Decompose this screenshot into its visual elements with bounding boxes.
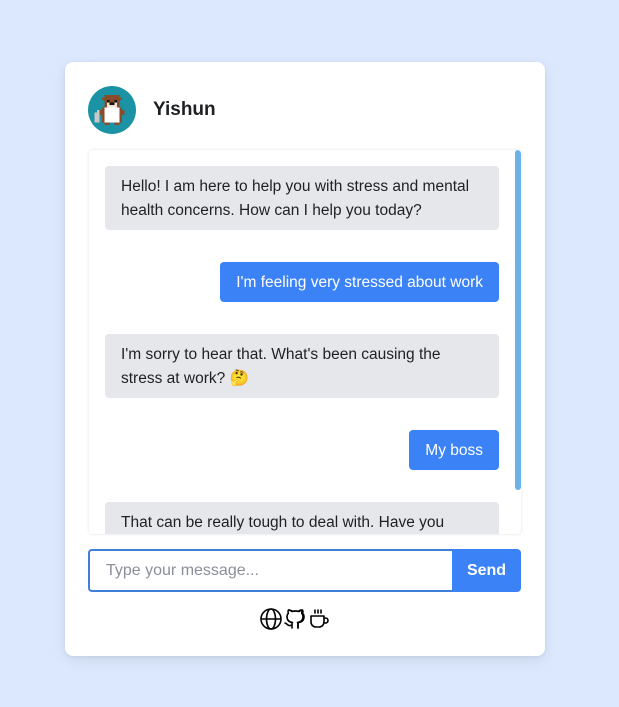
github-link[interactable] xyxy=(283,607,307,631)
chat-card: Yishun Hello! I am here to help you with… xyxy=(65,62,545,656)
github-icon xyxy=(284,609,305,629)
scrollbar[interactable] xyxy=(515,150,521,490)
otter-mascot-icon xyxy=(94,95,125,125)
bot-message: That can be really tough to deal with. H… xyxy=(105,502,499,534)
chat-header: Yishun xyxy=(88,86,216,134)
bot-message: Hello! I am here to help you with stress… xyxy=(105,166,499,230)
message-input[interactable] xyxy=(88,549,452,592)
bot-message: I'm sorry to hear that. What's been caus… xyxy=(105,334,499,398)
coffee-icon xyxy=(310,609,329,628)
message-list[interactable]: Hello! I am here to help you with stress… xyxy=(89,150,521,534)
website-link[interactable] xyxy=(259,607,283,631)
send-button[interactable]: Send xyxy=(452,549,521,592)
user-message: I'm feeling very stressed about work xyxy=(220,262,499,302)
chat-partner-name: Yishun xyxy=(153,99,216,120)
coffee-link[interactable] xyxy=(307,607,331,631)
footer-links xyxy=(259,607,331,631)
globe-icon xyxy=(260,608,282,630)
message-input-row: Send xyxy=(88,549,521,592)
avatar xyxy=(88,86,136,134)
user-message: My boss xyxy=(409,430,499,470)
